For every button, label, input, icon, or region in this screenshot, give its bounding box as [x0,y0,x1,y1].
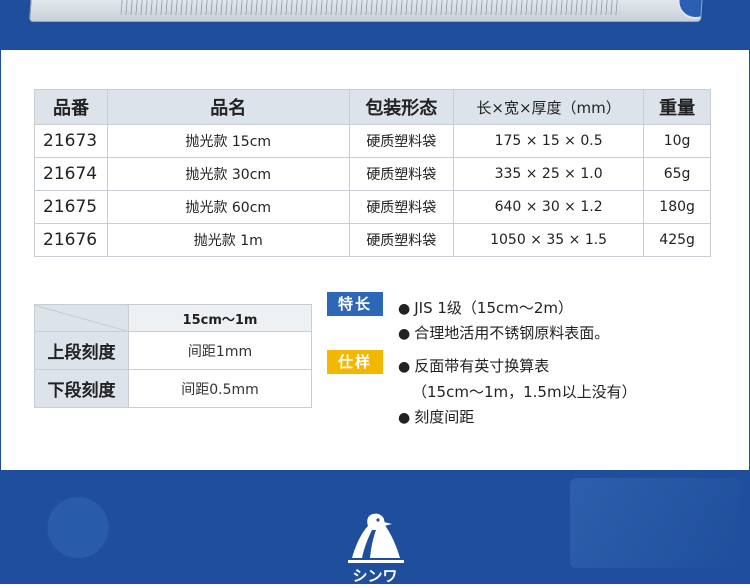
cell-weight: 180g [643,190,711,224]
cell-code: 21676 [34,223,108,257]
spec-row-value: 间距1mm [128,331,312,370]
background-decoration [0,490,130,584]
specs-tag: 仕样 [327,350,383,374]
cell-pack: 硬质塑料袋 [348,124,455,158]
spec-row-value: 间距0.5mm [128,369,312,408]
feature-line: ● JIS 1级（15cm～2m） [398,299,574,317]
penguin-logo-icon: シンワ [348,513,404,585]
table-row: 下段刻度 间距0.5mm [34,369,312,408]
cell-name: 抛光款 30cm [106,157,350,191]
cell-weight: 425g [643,223,711,257]
table-row: 21675 抛光款 60cm 硬质塑料袋 640 × 30 × 1.2 180g [34,190,711,224]
spec-table-corner [34,304,129,332]
cell-code: 21674 [34,157,108,191]
cell-pack: 硬质塑料袋 [348,157,455,191]
header-weight: 重量 [643,89,711,125]
top-banner [0,0,750,50]
cell-dims: 640 × 30 × 1.2 [453,190,645,224]
cell-name: 抛光款 60cm [106,190,350,224]
scale-spec-table: 15cm～1m 上段刻度 间距1mm 下段刻度 间距0.5mm [34,304,312,408]
feature-line: ● 合理地活用不锈钢原料表面。 [398,324,610,342]
table-row: 21673 抛光款 15cm 硬质塑料袋 175 × 15 × 0.5 10g [34,124,711,158]
cell-weight: 10g [643,124,711,158]
table-row: 21674 抛光款 30cm 硬质塑料袋 335 × 25 × 1.0 65g [34,157,711,191]
cell-pack: 硬质塑料袋 [348,190,455,224]
cell-code: 21675 [34,190,108,224]
table-row: 21676 抛光款 1m 硬质塑料袋 1050 × 35 × 1.5 425g [34,223,711,257]
spec-line: ● 反面带有英寸换算表 [398,357,550,375]
spec-row-label: 上段刻度 [34,331,129,370]
cell-dims: 1050 × 35 × 1.5 [453,223,645,257]
ruler-image [29,0,703,22]
background-decoration [570,478,740,568]
ruler-end-dial [676,0,703,19]
cell-name: 抛光款 1m [106,223,350,257]
bullet-icon: ● [398,301,411,317]
cell-weight: 65g [643,157,711,191]
header-pack: 包装形态 [348,89,455,125]
product-table-header: 品番 品名 包装形态 长×宽×厚度（mm） 重量 [34,89,711,125]
bullet-icon: ● [398,326,411,342]
cell-pack: 硬质塑料袋 [348,223,455,257]
brand-logo: シンワ [340,510,410,585]
header-name: 品名 [106,89,350,125]
features-tag: 特长 [327,292,383,316]
ruler-ticks [120,0,622,15]
spec-line: （15cm～1m，1.5m以上没有） [412,383,637,401]
bullet-icon: ● [398,359,411,375]
cell-name: 抛光款 15cm [106,124,350,158]
product-table: 品番 品名 包装形态 长×宽×厚度（mm） 重量 21673 抛光款 15cm … [34,89,711,257]
bullet-icon: ● [398,410,411,426]
spec-row-label: 下段刻度 [34,369,129,408]
spec-line: ● 刻度间距 [398,408,475,426]
logo-text: シンワ [352,567,397,584]
header-dims: 长×宽×厚度（mm） [453,89,645,125]
spec-column-header: 15cm～1m [128,304,312,332]
header-code: 品番 [34,89,108,125]
table-row: 上段刻度 间距1mm [34,331,312,370]
cell-dims: 335 × 25 × 1.0 [453,157,645,191]
cell-dims: 175 × 15 × 0.5 [453,124,645,158]
cell-code: 21673 [34,124,108,158]
